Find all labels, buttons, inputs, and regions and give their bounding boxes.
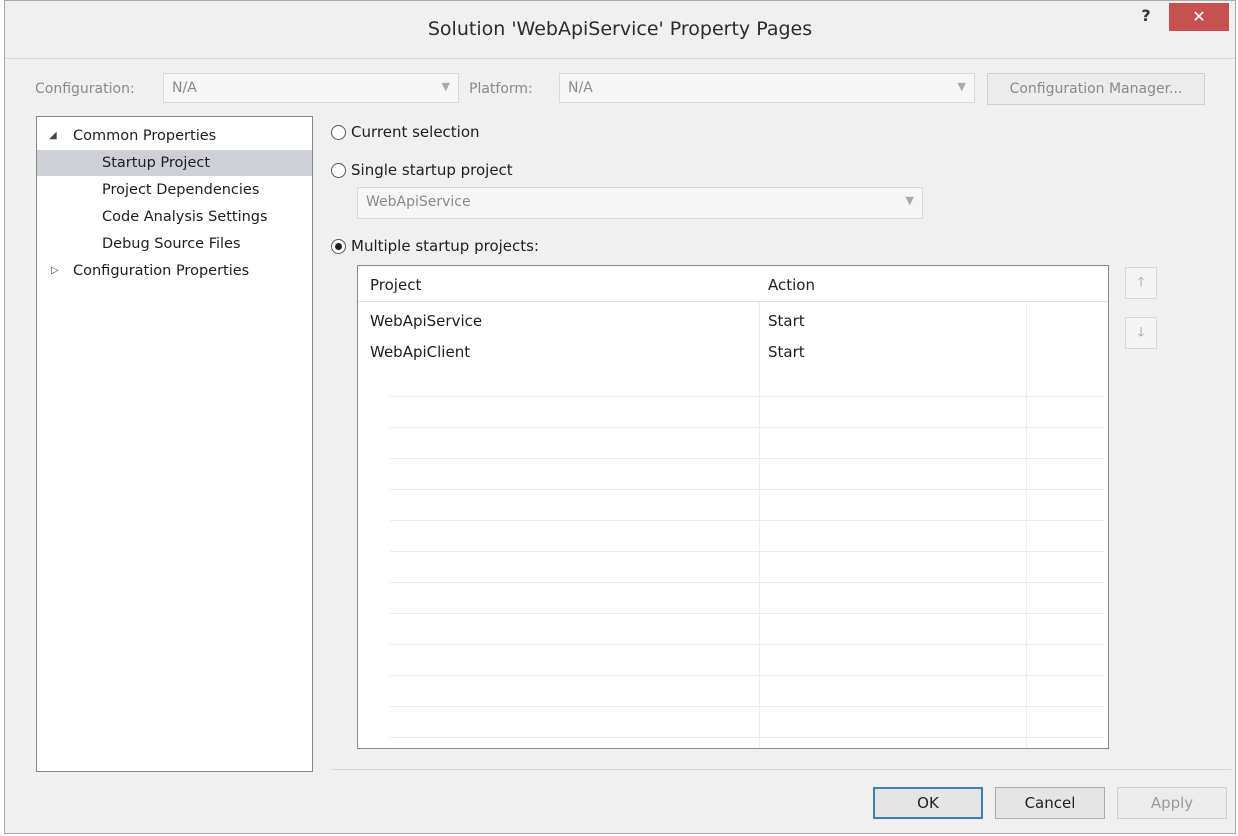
grid-line xyxy=(390,737,1104,738)
radio-current-selection[interactable]: Current selection xyxy=(331,123,480,141)
radio-button-icon[interactable] xyxy=(331,162,346,178)
property-tree: ◢ Common Properties Startup Project Proj… xyxy=(36,116,313,772)
separator xyxy=(331,769,1231,770)
column-header-project[interactable]: Project xyxy=(370,276,421,294)
startup-projects-grid: Project Action WebApiService Start WebAp… xyxy=(357,265,1109,749)
action-cell[interactable]: Start xyxy=(768,312,805,330)
arrow-down-icon: 🡓 xyxy=(1137,325,1145,340)
tree-item-project-dependencies[interactable]: Project Dependencies xyxy=(37,177,312,203)
grid-line xyxy=(390,706,1104,707)
tree-item-startup-project[interactable]: Startup Project xyxy=(37,150,312,176)
radio-label: Current selection xyxy=(351,123,480,141)
move-up-button[interactable]: 🡑 xyxy=(1125,267,1157,299)
action-cell[interactable]: Start xyxy=(768,343,805,361)
single-startup-dropdown[interactable]: WebApiService ▼ xyxy=(357,187,923,219)
platform-dropdown[interactable]: N/A ▼ xyxy=(559,73,975,103)
radio-button-icon[interactable] xyxy=(331,124,346,140)
tree-node-label: Configuration Properties xyxy=(73,263,250,279)
grid-line xyxy=(390,489,1104,490)
tree-item-debug-source-files[interactable]: Debug Source Files xyxy=(37,231,312,257)
column-divider xyxy=(759,302,760,748)
tree-item-label: Debug Source Files xyxy=(102,236,241,252)
radio-single-startup[interactable]: Single startup project xyxy=(331,161,513,179)
platform-label: Platform: xyxy=(469,81,533,97)
chevron-down-icon: ▼ xyxy=(957,80,966,93)
column-divider xyxy=(1026,302,1027,748)
tree-node-common-properties[interactable]: ◢ Common Properties xyxy=(37,123,312,149)
tree-item-label: Startup Project xyxy=(102,155,211,171)
configuration-label: Configuration: xyxy=(35,81,135,97)
project-cell[interactable]: WebApiService xyxy=(370,312,482,330)
grid-line xyxy=(390,520,1104,521)
help-button[interactable]: ? xyxy=(1129,3,1163,29)
collapse-triangle-icon[interactable]: ◢ xyxy=(49,123,57,149)
grid-line xyxy=(390,396,1104,397)
grid-line xyxy=(390,613,1104,614)
cancel-button[interactable]: Cancel xyxy=(995,787,1105,819)
dialog-title: Solution 'WebApiService' Property Pages xyxy=(427,18,813,40)
configuration-value: N/A xyxy=(172,80,197,96)
tree-item-label: Code Analysis Settings xyxy=(102,209,268,225)
apply-button[interactable]: Apply xyxy=(1117,787,1227,819)
ok-button[interactable]: OK xyxy=(873,787,983,819)
column-header-action[interactable]: Action xyxy=(768,276,815,294)
radio-multiple-startup[interactable]: Multiple startup projects: xyxy=(331,237,539,255)
platform-value: N/A xyxy=(568,80,593,96)
chevron-down-icon: ▼ xyxy=(905,194,914,207)
radio-label: Multiple startup projects: xyxy=(351,237,540,255)
tree-node-configuration-properties[interactable]: ▷ Configuration Properties xyxy=(37,258,312,284)
tree-item-code-analysis-settings[interactable]: Code Analysis Settings xyxy=(37,204,312,230)
grid-line xyxy=(390,644,1104,645)
radio-label: Single startup project xyxy=(351,161,513,179)
grid-line xyxy=(390,458,1104,459)
close-button[interactable]: ✕ xyxy=(1169,3,1229,31)
chevron-down-icon: ▼ xyxy=(441,80,450,93)
single-startup-value: WebApiService xyxy=(366,194,471,210)
grid-header: Project Action xyxy=(358,266,1108,302)
grid-line xyxy=(390,551,1104,552)
title-bar: Solution 'WebApiService' Property Pages … xyxy=(5,1,1235,59)
tree-node-label: Common Properties xyxy=(73,128,217,144)
tree-item-label: Project Dependencies xyxy=(102,182,260,198)
expand-triangle-icon[interactable]: ▷ xyxy=(51,258,59,284)
configuration-dropdown[interactable]: N/A ▼ xyxy=(163,73,459,103)
configuration-manager-button[interactable]: Configuration Manager... xyxy=(987,73,1205,105)
radio-button-icon[interactable] xyxy=(331,238,346,254)
grid-line xyxy=(390,675,1104,676)
grid-line xyxy=(390,582,1104,583)
arrow-up-icon: 🡑 xyxy=(1137,275,1145,290)
project-cell[interactable]: WebApiClient xyxy=(370,343,470,361)
grid-line xyxy=(390,427,1104,428)
property-pages-dialog: Solution 'WebApiService' Property Pages … xyxy=(4,0,1236,834)
move-down-button[interactable]: 🡓 xyxy=(1125,317,1157,349)
